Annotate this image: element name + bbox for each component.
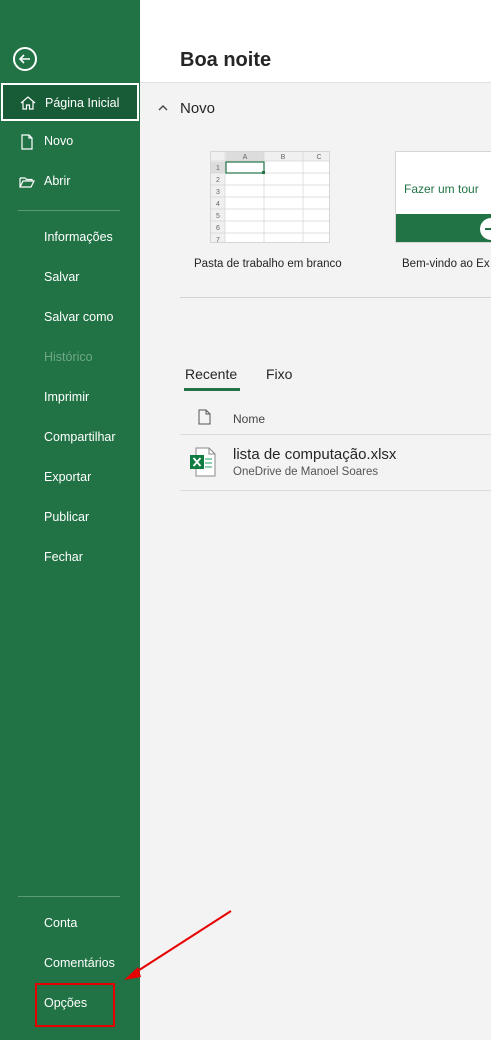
nav-publish[interactable]: Publicar: [0, 498, 140, 538]
grid-row-1: 1: [216, 165, 220, 172]
nav-home-label: Página Inicial: [45, 96, 120, 110]
grid-col-b: B: [281, 154, 286, 161]
backstage-main: Boa noite Novo A B C 1 2 3 4 5 6 7 Pasta…: [140, 0, 491, 1040]
nav-account[interactable]: Conta: [0, 904, 140, 944]
sidebar-divider: [18, 210, 120, 211]
home-icon: [20, 96, 36, 110]
grid-row-5: 5: [216, 213, 220, 220]
grid-row-6: 6: [216, 225, 220, 232]
options-highlight-box: [35, 983, 115, 1027]
greeting-title: Boa noite: [180, 49, 272, 71]
nav-print[interactable]: Imprimir: [0, 378, 140, 418]
grid-row-7: 7: [216, 237, 220, 243]
grid-col-a: A: [243, 154, 248, 161]
nav-history-label: Histórico: [44, 350, 93, 364]
grid-col-c: C: [316, 154, 321, 161]
sidebar-divider-bottom: [18, 896, 120, 897]
list-row-divider: [180, 490, 491, 491]
tour-green-band: [396, 214, 491, 242]
nav-save-label: Salvar: [44, 270, 80, 284]
open-folder-icon: [19, 177, 35, 188]
nav-feedback-label: Comentários: [44, 956, 115, 970]
grid-row-4: 4: [216, 201, 220, 208]
template-welcome-label: Bem-vindo ao Ex: [402, 258, 490, 270]
tab-pinned[interactable]: Fixo: [266, 366, 292, 382]
nav-close-label: Fechar: [44, 550, 83, 564]
spreadsheet-grid-thumbnail: A B C 1 2 3 4 5 6 7: [211, 152, 329, 243]
nav-open-label: Abrir: [44, 174, 71, 188]
tour-preview-text: Fazer um tour: [404, 182, 479, 196]
excel-file-icon: [190, 447, 216, 477]
document-icon: [198, 409, 211, 425]
nav-open[interactable]: Abrir: [0, 162, 140, 202]
tab-recent[interactable]: Recente: [185, 366, 237, 382]
nav-account-label: Conta: [44, 916, 78, 930]
nav-home[interactable]: Página Inicial: [1, 83, 139, 121]
nav-share-label: Compartilhar: [44, 430, 116, 444]
template-welcome-tour[interactable]: Fazer um tour: [395, 151, 491, 243]
grid-row-2: 2: [216, 177, 220, 184]
nav-share[interactable]: Compartilhar: [0, 418, 140, 458]
template-blank-workbook[interactable]: A B C 1 2 3 4 5 6 7: [210, 151, 330, 243]
template-blank-label: Pasta de trabalho em branco: [194, 258, 342, 270]
list-header-divider: [180, 434, 491, 435]
chevron-up-icon[interactable]: [158, 103, 168, 113]
recent-file-name: lista de computação.xlsx: [233, 446, 397, 463]
nav-close[interactable]: Fechar: [0, 538, 140, 578]
nav-export[interactable]: Exportar: [0, 458, 140, 498]
grid-row-3: 3: [216, 189, 220, 196]
backstage-sidebar: Página Inicial Novo Abrir Informações Sa…: [0, 0, 140, 1040]
nav-feedback[interactable]: Comentários: [0, 944, 140, 984]
section-divider: [180, 297, 491, 298]
new-document-icon: [21, 134, 33, 150]
nav-publish-label: Publicar: [44, 510, 90, 524]
recent-file-location: OneDrive de Manoel Soares: [233, 466, 379, 478]
nav-history: Histórico: [0, 338, 140, 378]
nav-save-as-label: Salvar como: [44, 310, 114, 324]
nav-info-label: Informações: [44, 230, 113, 244]
tab-recent-underline: [184, 388, 240, 391]
nav-info[interactable]: Informações: [0, 218, 140, 258]
nav-save[interactable]: Salvar: [0, 258, 140, 298]
back-arrow-icon: [18, 54, 30, 64]
nav-new[interactable]: Novo: [0, 122, 140, 162]
nav-new-label: Novo: [44, 134, 74, 148]
nav-save-as[interactable]: Salvar como: [0, 298, 140, 338]
back-button[interactable]: [13, 47, 37, 71]
nav-export-label: Exportar: [44, 470, 92, 484]
nav-print-label: Imprimir: [44, 390, 90, 404]
list-header-name[interactable]: Nome: [233, 412, 265, 426]
new-section-title: Novo: [180, 100, 216, 117]
